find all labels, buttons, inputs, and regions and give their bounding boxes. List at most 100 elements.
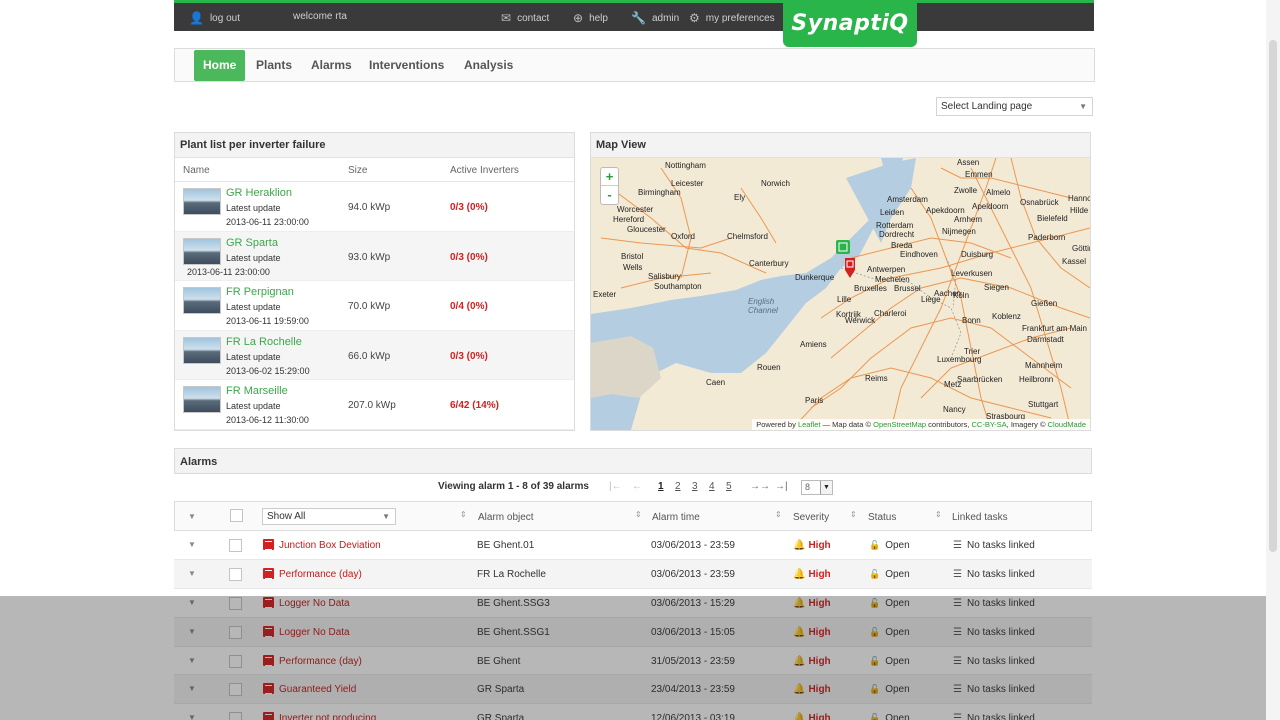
col-linked-tasks[interactable]: Linked tasks [952, 512, 1008, 523]
plant-row[interactable]: FR La Rochelle Latest update 2013-06-02 15… [175, 330, 574, 381]
page-4[interactable]: 4 [709, 481, 715, 492]
map-place-label: Southampton [654, 282, 702, 291]
preferences-link[interactable]: ⚙ my preferences [689, 11, 775, 25]
zoom-in-button[interactable]: + [601, 168, 618, 186]
plant-row[interactable]: FR Marseille Latest update 2013-06-12 11:3… [175, 380, 574, 430]
plant-row[interactable]: FR Perpignan Latest update 2013-06-11 19:5… [175, 281, 574, 331]
admin-link[interactable]: 🔧 admin [631, 11, 679, 25]
map-tiles [591, 158, 1090, 430]
page-1[interactable]: 1 [658, 481, 664, 492]
logout-link[interactable]: 👤 log out [189, 11, 240, 25]
page-size-select[interactable]: 8 ▼ [801, 480, 833, 495]
alarm-row[interactable]: ▼ Inverter not producing GR Sparta 12/06/20… [174, 704, 1092, 720]
pager-last[interactable]: →| [775, 481, 788, 492]
chevron-down-icon[interactable]: ▼ [188, 713, 196, 720]
alarm-object: BE Ghent.01 [477, 540, 535, 551]
alarm-type-link[interactable]: Logger No Data [279, 627, 350, 638]
tab-analysis[interactable]: Analysis [455, 50, 522, 81]
alarm-type-link[interactable]: Performance (day) [279, 656, 362, 667]
alarm-type-filter[interactable]: Show All ▼ [262, 508, 396, 525]
page-3[interactable]: 3 [692, 481, 698, 492]
pager-next[interactable]: →→ [750, 481, 770, 492]
col-name[interactable]: Name [183, 165, 210, 176]
plant-name-link[interactable]: FR La Rochelle [226, 336, 302, 348]
alarm-checkbox[interactable] [229, 654, 242, 668]
map-canvas[interactable]: Nottingham Leicester Norwich Birmingham Ely W… [591, 158, 1090, 430]
alarm-linked-tasks[interactable]: ☰ No tasks linked [953, 540, 1035, 551]
tab-home[interactable]: Home [194, 50, 246, 81]
alarm-checkbox[interactable] [229, 625, 242, 639]
chevron-down-icon[interactable]: ▼ [188, 627, 196, 636]
cloudmade-link[interactable]: CloudMade [1048, 420, 1086, 429]
chevron-down-icon[interactable]: ▼ [188, 598, 196, 607]
synaptiq-logo[interactable]: SynaptiQ [783, 0, 917, 47]
chevron-down-icon[interactable]: ▼ [188, 540, 196, 549]
page-2[interactable]: 2 [675, 481, 681, 492]
alarm-row[interactable]: ▼ Logger No Data BE Ghent.SSG3 03/06/2013 -… [174, 589, 1092, 618]
sort-icon[interactable]: ⇕ [635, 510, 642, 519]
pager-info: Viewing alarm 1 - 8 of 39 alarms [438, 481, 589, 492]
page-scrollbar[interactable] [1266, 0, 1280, 720]
alarm-checkbox[interactable] [229, 596, 242, 610]
plant-name-link[interactable]: FR Perpignan [226, 286, 294, 298]
select-all-checkbox[interactable] [230, 509, 243, 522]
sort-icon[interactable]: ⇕ [935, 510, 942, 519]
col-alarm-object[interactable]: Alarm object [478, 512, 534, 523]
cc-link[interactable]: CC-BY-SA [972, 420, 1007, 429]
landing-page-select[interactable]: Select Landing page ▼ [936, 97, 1093, 116]
col-active-inverters[interactable]: Active Inverters [450, 165, 519, 176]
alarm-checkbox[interactable] [229, 712, 242, 720]
alarm-checkbox[interactable] [229, 567, 242, 581]
alarm-row[interactable]: ▼ Performance (day) BE Ghent 31/05/2013 - 2… [174, 647, 1092, 676]
sort-icon[interactable]: ⇕ [460, 510, 467, 519]
alarm-linked-tasks[interactable]: ☰ No tasks linked [953, 627, 1035, 638]
alarm-type-link[interactable]: Guaranteed Yield [279, 684, 356, 695]
chevron-down-icon[interactable]: ▼ [188, 569, 196, 578]
col-severity[interactable]: Severity [793, 512, 829, 523]
page-5[interactable]: 5 [726, 481, 732, 492]
chevron-down-icon[interactable]: ▼ [188, 684, 196, 693]
sort-icon[interactable]: ⇕ [775, 510, 782, 519]
contact-link[interactable]: ✉ contact [501, 11, 549, 25]
alarm-checkbox[interactable] [229, 683, 242, 697]
alarm-time: 03/06/2013 - 15:29 [651, 597, 735, 609]
plant-name-link[interactable]: GR Sparta [226, 237, 278, 249]
osm-link[interactable]: OpenStreetMap [873, 420, 926, 429]
expand-all-icon[interactable]: ▼ [188, 512, 196, 521]
alarm-row[interactable]: ▼ Junction Box Deviation BE Ghent.01 03/06/… [174, 531, 1092, 560]
col-size[interactable]: Size [348, 165, 367, 176]
plant-name-link[interactable]: GR Heraklion [226, 187, 292, 199]
map-place-label: Eindhoven [900, 250, 938, 259]
alarm-type-link[interactable]: Junction Box Deviation [279, 540, 381, 551]
help-label: help [589, 12, 608, 24]
zoom-out-button[interactable]: - [601, 186, 618, 204]
col-alarm-time[interactable]: Alarm time [652, 512, 700, 523]
tab-interventions[interactable]: Interventions [360, 50, 453, 81]
pager-prev[interactable]: ← [632, 481, 642, 492]
alarm-type-link[interactable]: Inverter not producing [279, 713, 376, 720]
col-status[interactable]: Status [868, 512, 896, 523]
latest-update-date: 2013-06-11 19:59:00 [226, 316, 309, 327]
alarm-checkbox[interactable] [229, 539, 242, 552]
alarm-linked-tasks[interactable]: ☰ No tasks linked [953, 684, 1035, 695]
tab-alarms[interactable]: Alarms [302, 50, 361, 81]
scrollbar-thumb[interactable] [1269, 40, 1277, 552]
plant-row[interactable]: GR Sparta Latest update 2013-06-11 23:00:0… [175, 231, 574, 282]
alarm-linked-tasks[interactable]: ☰ No tasks linked [953, 656, 1035, 667]
pager-first[interactable]: |← [609, 481, 622, 492]
alarm-row[interactable]: ▼ Guaranteed Yield GR Sparta 23/04/2013 - 2… [174, 675, 1092, 705]
help-link[interactable]: ⊕ help [573, 11, 608, 25]
alarm-type-link[interactable]: Logger No Data [279, 598, 350, 609]
alarm-linked-tasks[interactable]: ☰ No tasks linked [953, 598, 1035, 609]
chevron-down-icon[interactable]: ▼ [188, 656, 196, 665]
alarm-row[interactable]: ▼ Performance (day) FR La Rochelle 03/06/20… [174, 559, 1092, 589]
sort-icon[interactable]: ⇕ [850, 510, 857, 519]
plant-row[interactable]: GR Heraklion Latest update 2013-06-11 23:0… [175, 182, 574, 232]
tab-plants[interactable]: Plants [247, 50, 301, 81]
alarm-type-link[interactable]: Performance (day) [279, 569, 362, 580]
alarm-linked-tasks[interactable]: ☰ No tasks linked [953, 713, 1035, 720]
alarm-row[interactable]: ▼ Logger No Data BE Ghent.SSG1 03/06/2013 -… [174, 617, 1092, 647]
alarm-linked-tasks[interactable]: ☰ No tasks linked [953, 569, 1035, 580]
leaflet-link[interactable]: Leaflet [798, 420, 821, 429]
plant-name-link[interactable]: FR Marseille [226, 385, 288, 397]
